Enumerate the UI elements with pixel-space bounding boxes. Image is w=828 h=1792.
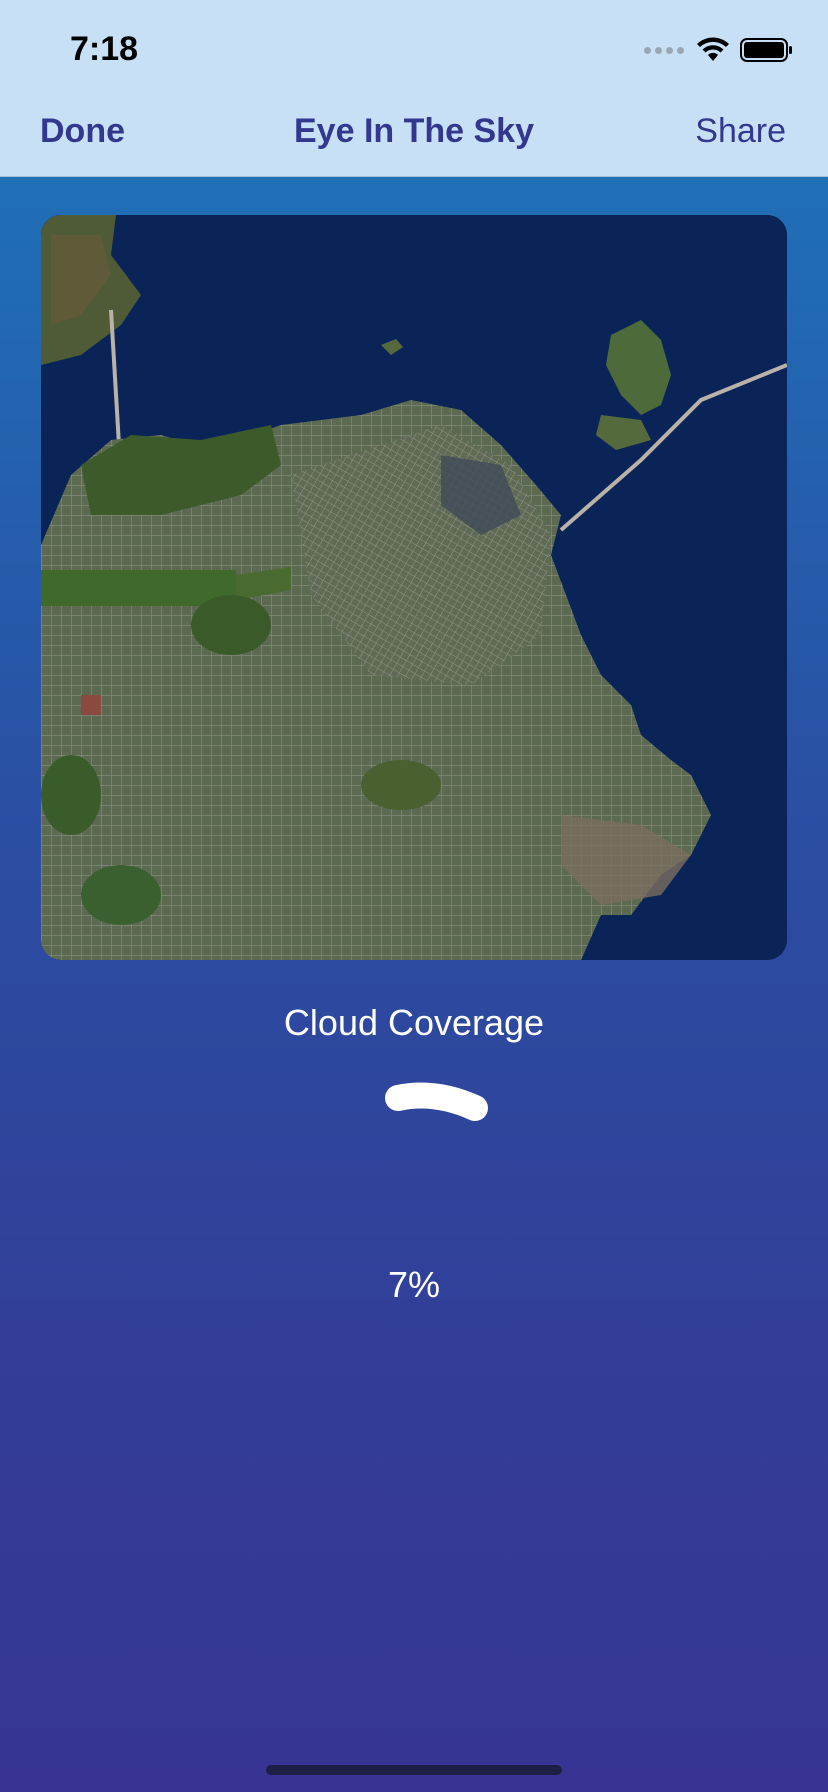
cloud-coverage-value: 7% [387,1264,441,1305]
share-button[interactable]: Share [695,112,786,151]
home-indicator[interactable] [266,1765,562,1775]
wifi-icon [697,37,729,61]
battery-icon [740,38,792,62]
cellular-signal-icon [644,46,684,54]
status-icons [644,34,794,66]
satellite-map-image [41,215,787,960]
done-button[interactable]: Done [40,112,125,151]
status-time: 7:18 [70,30,139,68]
cloud-coverage-label: Cloud Coverage [283,1002,545,1043]
cloud-coverage-gauge [385,1082,488,1121]
navigation-bar: 7:18 Done Eye In The Sky Share [0,0,828,177]
